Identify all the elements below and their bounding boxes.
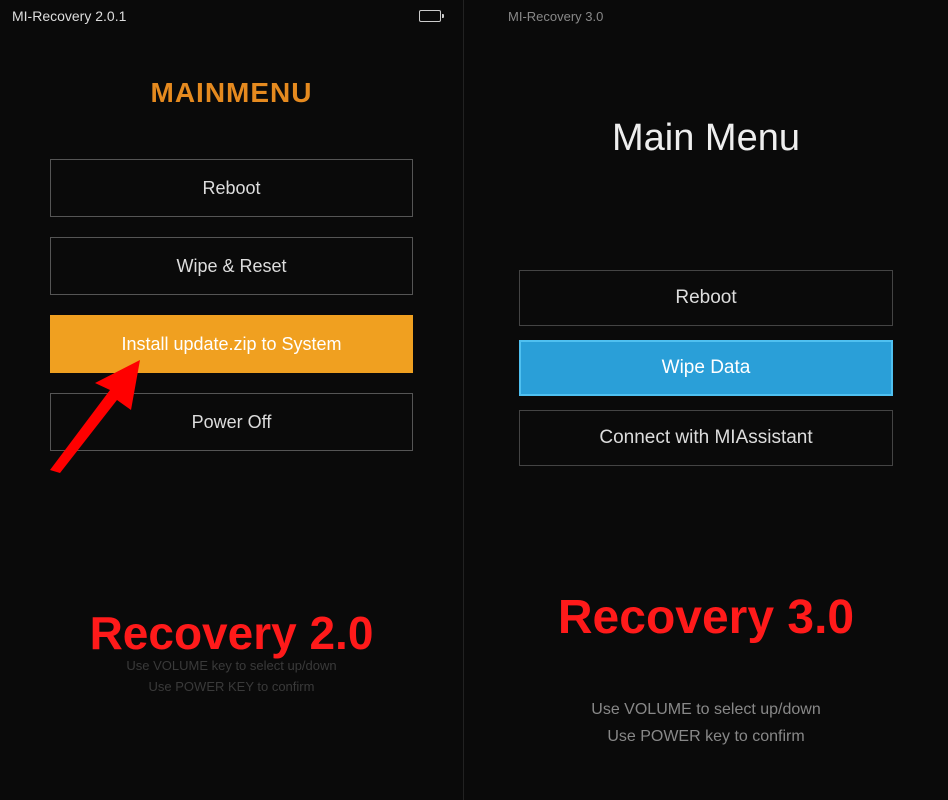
battery-icon (419, 10, 441, 22)
wipe-data-button[interactable]: Wipe Data (519, 340, 893, 396)
recovery-version-caption: Recovery 3.0 (464, 590, 948, 645)
navigation-hint: Use VOLUME to select up/down Use POWER k… (464, 696, 948, 750)
recovery-version-caption: Recovery 2.0 (0, 606, 463, 660)
statusbar-right: MI-Recovery 3.0 (464, 0, 948, 32)
install-update-button[interactable]: Install update.zip to System (50, 315, 413, 373)
connect-miassistant-button[interactable]: Connect with MIAssistant (519, 410, 893, 466)
navigation-hint: Use VOLUME key to select up/down Use POW… (0, 656, 463, 698)
recovery-version-label: MI-Recovery 2.0.1 (12, 8, 126, 24)
menu-buttons-right: Reboot Wipe Data Connect with MIAssistan… (464, 270, 948, 466)
reboot-button[interactable]: Reboot (50, 159, 413, 217)
reboot-button[interactable]: Reboot (519, 270, 893, 326)
hint-line-2: Use POWER key to confirm (464, 723, 948, 750)
recovery-version-label: MI-Recovery 3.0 (476, 9, 603, 24)
mainmenu-title: Main Menu (464, 117, 948, 160)
statusbar-left: MI-Recovery 2.0.1 (0, 0, 463, 32)
hint-line-1: Use VOLUME to select up/down (464, 696, 948, 723)
recovery-3-screen: MI-Recovery 3.0 Main Menu Reboot Wipe Da… (464, 0, 948, 800)
recovery-2-screen: MI-Recovery 2.0.1 MAINMENU Reboot Wipe &… (0, 0, 464, 800)
mainmenu-title: MAINMENU (0, 77, 463, 109)
power-off-button[interactable]: Power Off (50, 393, 413, 451)
menu-buttons-left: Reboot Wipe & Reset Install update.zip t… (0, 159, 463, 451)
wipe-reset-button[interactable]: Wipe & Reset (50, 237, 413, 295)
hint-line-2: Use POWER KEY to confirm (0, 677, 463, 698)
hint-line-1: Use VOLUME key to select up/down (0, 656, 463, 677)
